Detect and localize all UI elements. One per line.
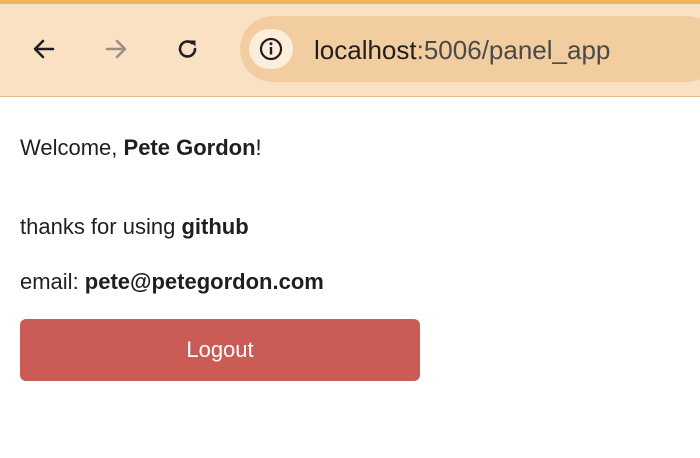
url-path: :5006/panel_app (416, 35, 611, 65)
browser-toolbar: localhost:5006/panel_app (0, 0, 700, 97)
address-bar[interactable]: localhost:5006/panel_app (240, 16, 700, 82)
welcome-prefix: Welcome, (20, 135, 124, 160)
site-info-button[interactable] (249, 29, 293, 69)
info-icon (259, 37, 283, 61)
back-arrow-icon (33, 39, 55, 59)
provider-name: github (181, 214, 249, 239)
url-text[interactable]: localhost:5006/panel_app (314, 35, 610, 65)
welcome-message: Welcome, Pete Gordon! (20, 135, 262, 161)
email-address: pete@petegordon.com (84, 269, 324, 294)
forward-arrow-icon (105, 39, 127, 59)
reload-button[interactable] (170, 31, 206, 67)
url-host: localhost (314, 35, 417, 65)
email-prefix: email: (20, 269, 85, 294)
thanks-prefix: thanks for using (20, 214, 182, 239)
provider-message: thanks for using github (20, 214, 249, 240)
forward-button[interactable] (98, 31, 134, 67)
logout-button[interactable]: Logout (20, 319, 420, 381)
back-button[interactable] (26, 31, 62, 67)
user-name: Pete Gordon (123, 135, 256, 160)
email-message: email: pete@petegordon.com (20, 269, 324, 295)
welcome-suffix: ! (255, 135, 262, 160)
reload-icon (178, 40, 197, 58)
